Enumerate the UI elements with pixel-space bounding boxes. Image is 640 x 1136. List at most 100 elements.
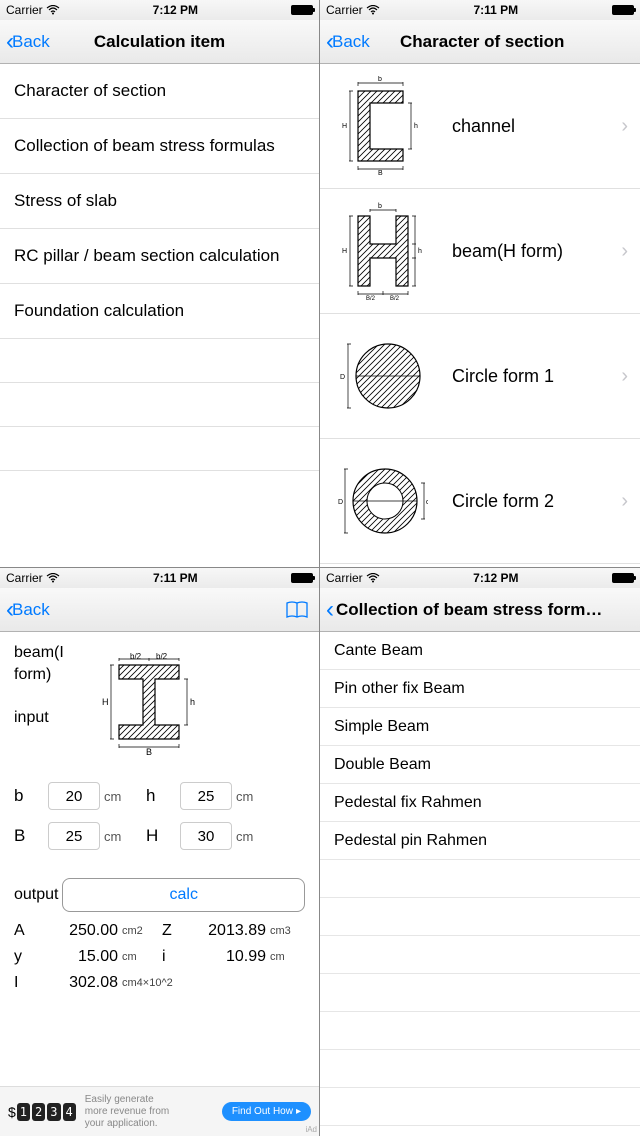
input-bigh-field[interactable]: 30 (180, 822, 232, 850)
list: Cante Beam Pin other fix Beam Simple Bea… (320, 632, 640, 1136)
section-row-channel[interactable]: b H h B channel › (320, 64, 640, 189)
page-title: Collection of beam stress form… (332, 600, 634, 620)
calc-button[interactable]: calc (62, 878, 305, 912)
output-z-value: 2013.89 (188, 922, 266, 940)
ad-digit: 1 (17, 1103, 30, 1121)
list-item[interactable]: Pedestal fix Rahmen (320, 784, 640, 822)
svg-text:B: B (146, 747, 152, 757)
input-bigb-field[interactable]: 25 (48, 822, 100, 850)
channel-section-icon: b H h B (328, 71, 438, 181)
ad-badge: iAd (305, 1125, 317, 1134)
back-button[interactable]: ‹ (326, 598, 332, 622)
list-item-label: Double Beam (334, 756, 431, 774)
list-item-empty (0, 427, 319, 471)
output-y-label: y (14, 948, 40, 966)
section-label: Circle form 2 (438, 491, 621, 512)
calc-button-label: calc (170, 886, 198, 904)
wifi-icon (46, 5, 60, 15)
list-item[interactable]: Stress of slab (0, 174, 319, 229)
ad-banner[interactable]: $ 1 2 3 4 Easily generate more revenue f… (0, 1086, 319, 1136)
screen-beam-input: Carrier 7:11 PM ‹ Back beam(I fo (0, 568, 320, 1136)
nav-bar: ‹ Back (0, 588, 319, 632)
screen-beam-stress-formulas: Carrier 7:12 PM ‹ Collection of beam str… (320, 568, 640, 1136)
section-row-h-beam[interactable]: b H h B/2 B/2 beam(H form) › (320, 189, 640, 314)
list-item-empty (320, 936, 640, 974)
carrier-label: Carrier (6, 3, 43, 17)
status-bar: Carrier 7:12 PM (0, 0, 319, 20)
chevron-right-icon: › (621, 115, 628, 138)
list-item[interactable]: Cante Beam (320, 632, 640, 670)
ad-digit: 4 (63, 1103, 76, 1121)
svg-text:H: H (102, 697, 109, 707)
nav-bar: ‹ Collection of beam stress form… (320, 588, 640, 632)
carrier-label: Carrier (326, 3, 363, 17)
list-item-label: Pin other fix Beam (334, 680, 465, 698)
carrier-label: Carrier (326, 571, 363, 585)
section-label: channel (438, 116, 621, 137)
input-bigh-label: H (146, 826, 176, 846)
svg-text:h: h (190, 697, 195, 707)
section-type-label: beam(I form) (14, 642, 84, 687)
chevron-right-icon: › (621, 365, 628, 388)
chevron-right-icon: › (621, 490, 628, 513)
svg-text:h: h (418, 248, 422, 255)
output-a-value: 250.00 (40, 922, 118, 940)
output-z-label: Z (162, 922, 188, 940)
output-y-unit: cm (118, 952, 162, 963)
svg-text:B/2: B/2 (366, 296, 376, 301)
svg-text:h: h (414, 123, 418, 130)
list-item[interactable]: RC pillar / beam section calculation (0, 229, 319, 284)
battery-icon (612, 573, 634, 583)
list-item-label: Cante Beam (334, 642, 423, 660)
status-time: 7:11 PM (473, 3, 518, 17)
list-item-empty (320, 860, 640, 898)
screen-character-of-section: Carrier 7:11 PM ‹ Back Character of sect… (320, 0, 640, 568)
svg-text:H: H (342, 248, 347, 255)
book-button[interactable] (285, 600, 313, 620)
list-item[interactable]: Collection of beam stress formulas (0, 119, 319, 174)
section-row-circle1[interactable]: D Circle form 1 › (320, 314, 640, 439)
wifi-icon (366, 573, 380, 583)
back-button[interactable]: ‹ Back (6, 30, 50, 54)
list-item-label: Pedestal pin Rahmen (334, 832, 487, 850)
status-time: 7:11 PM (153, 571, 198, 585)
input-b-label: b (14, 786, 44, 806)
list-item[interactable]: Character of section (0, 64, 319, 119)
list-item-empty (320, 1012, 640, 1050)
h-section-icon: b H h B/2 B/2 (328, 196, 438, 306)
list-item[interactable]: Foundation calculation (0, 284, 319, 339)
ad-price: $ 1 2 3 4 (8, 1103, 77, 1121)
chevron-left-icon: ‹ (326, 598, 334, 622)
svg-text:D: D (340, 374, 345, 381)
ad-digit: 2 (32, 1103, 45, 1121)
input-b-unit: cm (104, 789, 132, 804)
input-b-field[interactable]: 20 (48, 782, 100, 810)
list-item-empty (320, 898, 640, 936)
output-section-label: output (14, 886, 58, 904)
input-h-field[interactable]: 25 (180, 782, 232, 810)
input-h-label: h (146, 786, 176, 806)
output-ismall-label: i (162, 948, 188, 966)
back-label: Back (12, 32, 50, 52)
input-h-unit: cm (236, 789, 264, 804)
ad-text: Easily generate more revenue from your a… (85, 1094, 214, 1130)
output-a-label: A (14, 922, 40, 940)
output-ismall-value: 10.99 (188, 948, 266, 966)
ad-cta-button[interactable]: Find Out How ▸ (222, 1102, 311, 1121)
back-button[interactable]: ‹ Back (326, 30, 370, 54)
output-i-label: I (14, 974, 40, 992)
list-item-empty (0, 383, 319, 427)
back-button[interactable]: ‹ Back (6, 598, 50, 622)
screen-calculation-item: Carrier 7:12 PM ‹ Back Calculation item … (0, 0, 320, 568)
svg-text:b: b (378, 203, 382, 210)
ad-digit: 3 (47, 1103, 60, 1121)
section-row-circle2[interactable]: D d Circle form 2 › (320, 439, 640, 564)
svg-text:B/2: B/2 (390, 296, 400, 301)
list-item[interactable]: Double Beam (320, 746, 640, 784)
svg-text:b/2: b/2 (156, 652, 168, 661)
section-list: b H h B channel › b (320, 64, 640, 567)
output-i-unit: cm4×10^2 (118, 978, 162, 989)
list-item[interactable]: Pedestal pin Rahmen (320, 822, 640, 860)
list-item[interactable]: Pin other fix Beam (320, 670, 640, 708)
list-item[interactable]: Simple Beam (320, 708, 640, 746)
